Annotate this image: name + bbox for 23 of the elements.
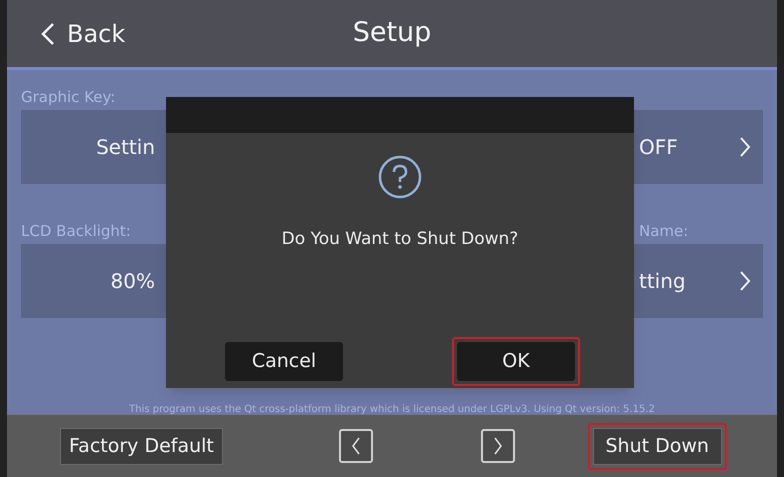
chevron-left-icon [41,22,55,46]
dialog-message: Do You Want to Shut Down? [282,229,518,249]
shut-down-button[interactable]: Shut Down [592,428,722,464]
previous-button[interactable] [338,429,373,463]
dialog-button[interactable]: Cancel [225,342,343,381]
chevron-right-icon [739,270,751,292]
setting-label: Graphic Key: [21,88,116,106]
chevron-right-icon [492,437,503,455]
next-button[interactable] [480,429,515,463]
question-icon [378,155,422,199]
chevron-left-icon [350,437,361,455]
setting-value: tting [639,268,686,295]
setting-label: LCD Backlight: [21,222,131,240]
chevron-right-icon [739,136,751,158]
setting-value: OFF [639,134,678,161]
page-title: Setup [352,17,432,48]
license-note: This program uses the Qt cross-platform library which is licensed under LGPLv3. Using Qt version: 5.15.2 [129,404,655,415]
back-button[interactable]: Back [41,16,126,52]
factory-default-button[interactable]: Factory Default [60,428,223,464]
setting-value: 80% [110,268,155,295]
setting-value: Settin [96,134,155,161]
dialog-button[interactable]: OK [457,342,575,381]
setting-label: Name: [639,222,688,240]
